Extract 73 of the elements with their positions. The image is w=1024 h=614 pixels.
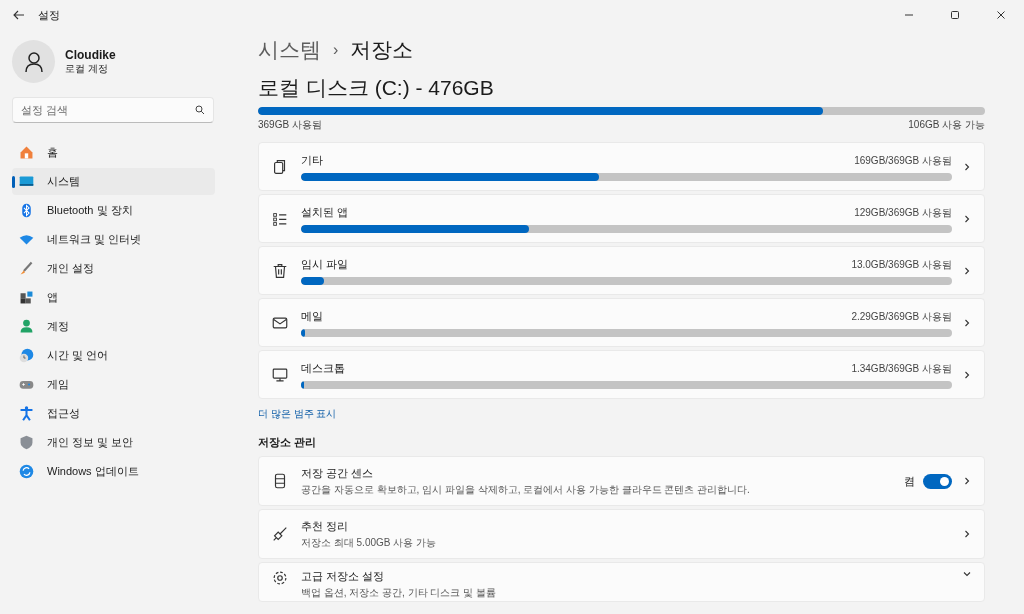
- category-label: 데스크톱: [301, 360, 345, 376]
- user-name: Cloudike: [65, 47, 116, 62]
- sidebar-item[interactable]: Bluetooth 및 장치: [12, 197, 215, 224]
- accessibility-icon: [18, 405, 35, 422]
- category-card[interactable]: 데스크톱 1.34GB/369GB 사용됨: [258, 350, 985, 399]
- category-usage: 1.34GB/369GB 사용됨: [851, 361, 952, 376]
- section-title: 저장소 관리: [258, 435, 318, 450]
- sidebar-item[interactable]: 계정: [12, 313, 215, 340]
- brush-icon: [18, 260, 35, 277]
- window-title: 설정: [38, 7, 60, 23]
- sidebar-item[interactable]: 홈: [12, 139, 215, 166]
- home-icon: [18, 144, 35, 161]
- chevron-right-icon: [962, 265, 972, 276]
- sidebar-item[interactable]: 시스템: [12, 168, 215, 195]
- setting-title: 고급 저장소 설정: [301, 569, 386, 584]
- category-usage: 13.0GB/369GB 사용됨: [851, 257, 952, 272]
- category-usage: 169GB/369GB 사용됨: [854, 153, 952, 168]
- breadcrumb-separator: ›: [333, 41, 339, 59]
- apps-icon: [18, 289, 35, 306]
- sidebar-item[interactable]: 개인 설정: [12, 255, 215, 282]
- show-more-link[interactable]: 더 많은 범주 표시: [258, 407, 337, 421]
- avatar[interactable]: [12, 40, 55, 83]
- category-usage: 129GB/369GB 사용됨: [854, 205, 952, 220]
- back-arrow-icon[interactable]: [12, 8, 26, 22]
- chevron-down-icon: [962, 569, 972, 579]
- trash-icon: [271, 261, 289, 280]
- setting-description: 공간을 자동으로 확보하고, 임시 파일을 삭제하고, 로컬에서 사용 가능한 클라우드 콘텐츠 관리합니다.: [301, 482, 751, 497]
- search-icon: [195, 105, 205, 115]
- category-card[interactable]: 설치된 앱 129GB/369GB 사용됨: [258, 194, 985, 243]
- chevron-right-icon: [962, 369, 972, 380]
- sidebar-item[interactable]: 앱: [12, 284, 215, 311]
- setting-description: 백업 옵션, 저장소 공간, 기타 디스크 및 볼륨: [301, 586, 497, 600]
- sidebar-item[interactable]: 게임: [12, 371, 215, 398]
- free-space-label: 106GB 사용 가능: [908, 118, 985, 132]
- breadcrumb-link[interactable]: 시스템: [258, 36, 321, 64]
- category-label: 메일: [301, 308, 323, 324]
- chevron-right-icon: [962, 529, 972, 539]
- sidebar-item[interactable]: 접근성: [12, 400, 215, 427]
- shield-icon: [18, 434, 35, 451]
- category-label: 기타: [301, 152, 323, 168]
- setting-card[interactable]: 저장 공간 센스 공간을 자동으로 확보하고, 임시 파일을 삭제하고, 로컬에서 사용 가능한 클라우드 콘텐츠 관리합니다. 켬: [258, 456, 985, 506]
- category-card[interactable]: 임시 파일 13.0GB/369GB 사용됨: [258, 246, 985, 295]
- search-field[interactable]: 설정 검색: [21, 104, 195, 116]
- sidebar-item[interactable]: 네트워크 및 인터넷: [12, 226, 215, 253]
- used-space-label: 369GB 사용됨: [258, 118, 322, 132]
- category-label: 임시 파일: [301, 256, 349, 272]
- sidebar-item[interactable]: 시간 및 언어: [12, 342, 215, 369]
- setting-card[interactable]: 고급 저장소 설정 백업 옵션, 저장소 공간, 기타 디스크 및 볼륨: [258, 562, 985, 602]
- page-title: 저장소: [350, 37, 414, 63]
- toggle-switch[interactable]: [923, 473, 952, 489]
- setting-card[interactable]: 추천 정리 저장소 최대 5.00GB 사용 가능: [258, 509, 985, 559]
- category-card[interactable]: 메일 2.29GB/369GB 사용됨: [258, 298, 985, 347]
- category-label: 설치된 앱: [301, 204, 349, 220]
- setting-description: 저장소 최대 5.00GB 사용 가능: [301, 535, 438, 550]
- close-icon[interactable]: [996, 10, 1006, 20]
- toggle-state-label: 켬: [904, 473, 915, 489]
- setting-title: 추천 정리: [301, 518, 350, 534]
- category-card[interactable]: 기타 169GB/369GB 사용됨: [258, 142, 985, 191]
- search-field[interactable]: 설정 검색: [12, 97, 214, 123]
- maximize-icon[interactable]: [950, 10, 960, 20]
- sidebar-item[interactable]: 개인 정보 및 보안: [12, 429, 215, 456]
- globe-clock-icon: [18, 347, 35, 364]
- setting-title: 저장 공간 센스: [301, 465, 375, 481]
- sidebar-item[interactable]: Windows 업데이트: [12, 458, 215, 485]
- disk-title: 로컬 디스크 (C:) - 476GB: [258, 75, 495, 101]
- chevron-right-icon: [962, 213, 972, 224]
- chevron-right-icon: [962, 317, 972, 328]
- chevron-right-icon: [962, 476, 972, 486]
- account-type: 로컬 계정: [65, 61, 109, 76]
- category-usage: 2.29GB/369GB 사용됨: [851, 309, 952, 324]
- chevron-right-icon: [962, 161, 972, 172]
- person-icon: [18, 318, 35, 335]
- sync-icon: [18, 463, 35, 480]
